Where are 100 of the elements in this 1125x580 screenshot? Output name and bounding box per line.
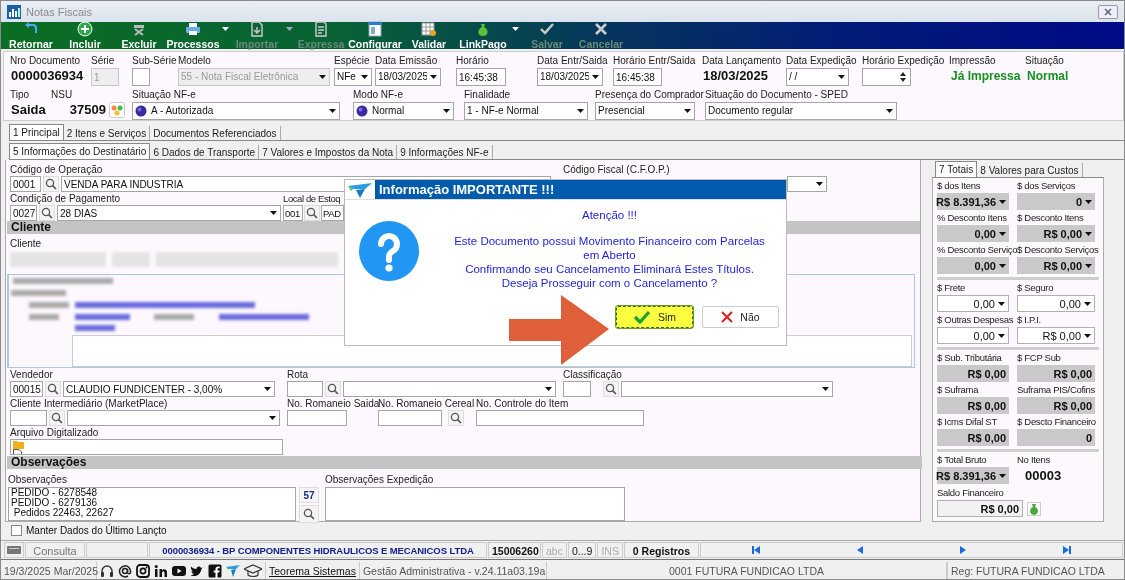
amount-dropdown[interactable]: 0,00 [937,295,1009,312]
next-icon [959,546,968,554]
dropdown[interactable]: 28 DIAS [57,205,281,221]
blurred-field [112,252,150,267]
caret-icon [1084,333,1091,338]
dropdown[interactable]: NFe [334,68,372,86]
social-icon[interactable] [208,564,222,578]
text-field[interactable]: 16:45:38 [456,68,506,86]
website-link[interactable]: Teorema Sistemas [266,562,360,579]
amount-dropdown[interactable]: 0 [1017,193,1095,210]
headset-icon[interactable] [100,564,114,578]
field-label: Modelo [178,54,211,67]
file-field[interactable] [10,439,283,455]
tab[interactable]: 7 Totais [935,161,978,177]
text-field[interactable] [476,410,644,426]
camera-icon[interactable] [136,564,150,578]
toolbar-button[interactable]: Excluir [112,22,166,49]
text-field[interactable]: 16:45:38 [613,68,662,86]
amount-dropdown[interactable]: R$ 0,00 [1017,257,1095,274]
caret-icon [1085,231,1092,236]
tab[interactable]: 5 Informações do Destinatário [9,143,151,159]
text-field[interactable]: 00015 [10,381,43,397]
amount-dropdown[interactable]: R$ 0,00 [1017,327,1095,344]
document-icon [249,21,265,37]
dropdown[interactable]: 18/03/2025 [375,68,441,86]
grid-icon [421,21,437,37]
search-button[interactable] [304,205,320,221]
money-button[interactable] [1027,501,1041,516]
field-label: Situação do Documento - SPED [705,88,848,101]
text-field[interactable]: 0001 [10,176,41,192]
caret-icon [319,75,326,79]
notes-field[interactable]: PEDIDO - 6278548 PEDIDO - 6279136 Pedidos 22463, 22627 [8,487,296,521]
dropdown[interactable]: 1 - NF-e Normal [464,102,588,120]
caret-icon [264,387,271,391]
field-label: $ Outras Despesas [937,314,1014,326]
text-field[interactable] [287,410,347,426]
dialog-button[interactable]: Sim [616,306,693,328]
text-field[interactable] [287,381,323,397]
dropdown[interactable]: Presencial [595,102,695,120]
time-spinner[interactable] [862,68,911,86]
amount-dropdown[interactable]: 0,00 [1017,295,1095,312]
dropdown[interactable] [787,176,827,192]
amount-dropdown[interactable]: 0,00 [937,225,1009,242]
social-icon[interactable] [154,564,168,578]
indicator: abc [542,542,567,558]
amount-dropdown[interactable]: R$ 8.391,36 [937,467,1009,484]
tab[interactable]: 9 Informações NF-e [397,145,493,159]
close-button[interactable] [1098,4,1118,19]
search-button[interactable] [43,176,59,192]
counter-button[interactable]: 57 [299,487,319,503]
tab[interactable]: 7 Valores e Impostos da Nota [259,145,398,159]
tab[interactable]: 6 Dados de Transporte [150,145,260,159]
text-field[interactable]: 001 [283,205,303,221]
notes-field[interactable] [325,487,625,521]
dropdown[interactable]: 18/03/2025 [537,68,603,86]
tab[interactable]: 2 Itens e Serviços [63,126,151,140]
tab[interactable]: Documentos Referenciados [150,126,281,140]
search-button[interactable] [603,381,619,397]
search-button[interactable] [299,505,319,523]
amount-dropdown[interactable]: R$ 8.391,36 [937,193,1009,210]
dropdown[interactable]: Documento regular [705,102,897,120]
toolbar-button[interactable]: Retornar [4,22,58,49]
amount-dropdown[interactable]: R$ 0,00 [1017,225,1095,242]
dialog-heading: Atenção !!! [582,209,637,221]
field-label: Observações Expedição [325,473,434,486]
dialog-button[interactable]: Não [702,306,779,328]
dropdown[interactable]: / / [786,68,849,86]
toolbar-button[interactable]: LinkPago [456,22,510,49]
dropdown[interactable]: A - Autorizada [132,102,340,120]
search-button[interactable] [448,410,464,426]
dropdown[interactable]: CLAUDIO FUNDICENTER - 3,00% [63,381,275,397]
search-button[interactable] [39,205,55,221]
tab[interactable]: 1 Principal [9,124,64,140]
text-field[interactable] [378,410,442,426]
caret-icon [998,333,1005,338]
logo-icon[interactable] [226,564,240,578]
field-label: $ FCP Sub [1017,352,1061,364]
at-icon[interactable] [118,564,132,578]
amount-dropdown[interactable]: 0,00 [937,327,1009,344]
text-field[interactable]: 0027 [10,205,37,221]
text-field[interactable] [132,68,150,86]
bird-icon[interactable] [190,564,204,578]
text-field[interactable] [10,410,47,426]
amount-dropdown[interactable]: 0,00 [937,257,1009,274]
toolbar-button[interactable]: Validar [402,22,456,49]
search-button[interactable] [325,381,341,397]
caret-icon [592,75,599,79]
toolbar-button[interactable]: Incluir [58,22,112,49]
search-button[interactable] [45,381,61,397]
search-button[interactable] [49,410,65,426]
play-icon[interactable] [172,564,186,578]
field-label: Código Fiscal (C.F.O.P.) [563,163,670,176]
search-icon [51,412,63,424]
toolbar-button[interactable]: Configurar [348,22,402,49]
text-field[interactable] [563,381,591,397]
checkbox[interactable] [11,524,22,536]
dropdown[interactable]: Normal [353,102,454,120]
text-field[interactable]: PAD [321,205,344,221]
toolbar-button[interactable]: Processos [166,22,220,49]
graduation-cap-icon[interactable] [244,564,262,578]
